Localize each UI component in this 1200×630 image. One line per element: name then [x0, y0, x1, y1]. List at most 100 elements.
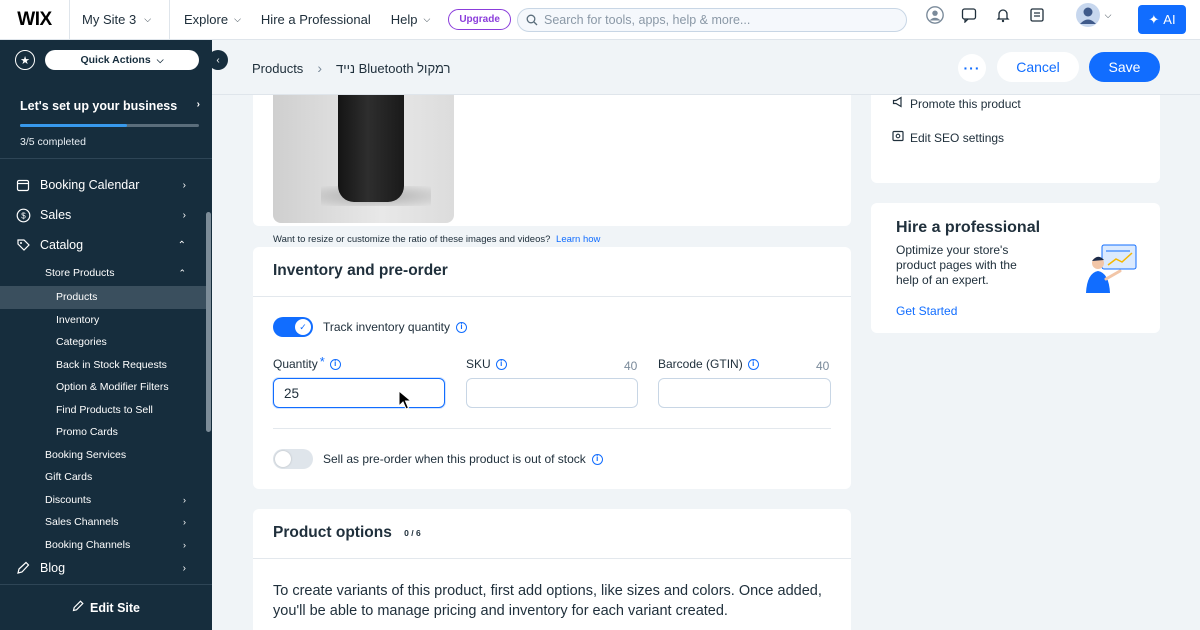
- speaker-shape: [338, 80, 404, 202]
- top-bar: WIX My Site 3 ⌵ Explore ⌵ Hire a Profess…: [0, 0, 1200, 40]
- product-options-title-row: Product options 0 / 6: [273, 524, 421, 542]
- sidebar-scrollbar[interactable]: [206, 212, 211, 432]
- svg-text:$: $: [21, 211, 26, 220]
- product-options-card: Product options 0 / 6 To create variants…: [253, 509, 851, 630]
- save-button[interactable]: Save: [1089, 52, 1160, 82]
- sidebar-item-discounts[interactable]: Discounts ›: [0, 489, 206, 512]
- info-icon[interactable]: i: [495, 358, 507, 370]
- preorder-row: Sell as pre-order when this product is o…: [323, 452, 603, 466]
- edit-site-button[interactable]: Edit Site: [0, 584, 212, 630]
- sidebar-divider: [0, 158, 212, 159]
- info-icon[interactable]: i: [329, 358, 341, 370]
- professional-illustration: [1086, 244, 1137, 293]
- promote-product-link[interactable]: Promote this product: [892, 96, 1021, 111]
- chevron-right-icon: ›: [317, 60, 322, 76]
- barcode-input[interactable]: [658, 378, 831, 408]
- user-avatar-icon[interactable]: ⌵: [1073, 3, 1113, 27]
- sidebar-item-inventory[interactable]: Inventory: [0, 309, 206, 332]
- chevron-down-icon: ⌵: [234, 14, 241, 24]
- chevron-right-icon: ›: [183, 517, 186, 528]
- sidebar-item-categories[interactable]: Categories: [0, 331, 206, 354]
- breadcrumb: Products › רמקול Bluetooth נייד: [252, 60, 450, 76]
- edit-seo-link[interactable]: Edit SEO settings: [892, 130, 1004, 145]
- check-icon: ✓: [295, 319, 311, 335]
- sidebar-item-booking-services[interactable]: Booking Services: [0, 444, 206, 467]
- preorder-label: Sell as pre-order when this product is o…: [323, 452, 586, 466]
- search-bar[interactable]: [517, 8, 907, 32]
- info-icon[interactable]: i: [591, 453, 603, 465]
- sidebar-item-sales-channels[interactable]: Sales Channels ›: [0, 511, 206, 534]
- wix-logo[interactable]: WIX: [0, 0, 70, 40]
- product-image[interactable]: [273, 80, 454, 223]
- preorder-toggle[interactable]: [273, 449, 313, 469]
- calendar-icon: [15, 177, 31, 193]
- bell-icon[interactable]: [993, 5, 1013, 25]
- sidebar-item-label: Option & Modifier Filters: [56, 381, 169, 394]
- sku-label-row: SKU i: [466, 357, 507, 371]
- edit-site-label: Edit Site: [89, 600, 140, 615]
- setup-progress-section[interactable]: Let's set up your business › 3/5 complet…: [20, 99, 200, 148]
- sidebar-item-label: Categories: [56, 336, 107, 349]
- setup-title: Let's set up your business: [20, 99, 178, 113]
- sidebar-item-find-products[interactable]: Find Products to Sell: [0, 399, 206, 422]
- sku-label: SKU: [466, 357, 491, 371]
- sidebar-item-catalog[interactable]: Catalog ⌃: [0, 230, 206, 260]
- sidebar-item-gift-cards[interactable]: Gift Cards: [0, 466, 206, 489]
- nav-hire-label: Hire a Professional: [260, 12, 371, 27]
- nav-explore[interactable]: Explore ⌵: [170, 12, 251, 27]
- hire-professional-card: Hire a professional Optimize your store'…: [871, 203, 1160, 333]
- get-started-link[interactable]: Get Started: [896, 304, 957, 318]
- required-asterisk: *: [319, 353, 325, 369]
- track-inventory-row: Track inventory quantity i: [323, 320, 467, 334]
- nav-help[interactable]: Help ⌵: [381, 12, 441, 27]
- nav-hire-professional[interactable]: Hire a Professional: [251, 12, 381, 27]
- chevron-right-icon: ›: [183, 494, 186, 505]
- avatar-group-icon[interactable]: [925, 5, 945, 25]
- quantity-input[interactable]: [273, 378, 445, 408]
- setup-progress-fill: [20, 124, 128, 127]
- promote-card: Promote this product Edit SEO settings: [871, 80, 1160, 183]
- setup-progress-bar: [20, 124, 199, 127]
- sidebar-item-products[interactable]: Products: [0, 286, 206, 309]
- info-icon[interactable]: i: [747, 358, 759, 370]
- sidebar-item-label: Blog: [40, 561, 66, 575]
- upgrade-button[interactable]: Upgrade: [448, 9, 511, 30]
- sidebar-item-store-products[interactable]: Store Products ⌃: [0, 260, 206, 286]
- sidebar-item-option-filters[interactable]: Option & Modifier Filters: [0, 376, 206, 399]
- site-switcher[interactable]: My Site 3 ⌵: [70, 0, 171, 40]
- card-divider: [253, 296, 851, 297]
- chevron-right-icon: ›: [183, 539, 186, 550]
- quick-actions-button[interactable]: Quick Actions ⌵: [45, 50, 199, 70]
- learn-how-link[interactable]: Learn how: [556, 234, 600, 245]
- promote-product-label: Promote this product: [910, 96, 1021, 111]
- site-name: My Site 3: [82, 12, 137, 27]
- sidebar-item-promo-cards[interactable]: Promo Cards: [0, 421, 206, 444]
- sku-input[interactable]: [466, 378, 638, 408]
- sidebar-item-back-in-stock[interactable]: Back in Stock Requests: [0, 354, 206, 377]
- hire-description: Optimize your store's product pages with…: [896, 243, 1017, 287]
- cancel-button[interactable]: Cancel: [997, 52, 1079, 82]
- card-divider: [253, 558, 851, 559]
- track-inventory-toggle[interactable]: ✓: [273, 317, 313, 337]
- megaphone-icon: [892, 96, 904, 111]
- barcode-char-limit: 40: [816, 359, 830, 373]
- barcode-label-row: Barcode (GTIN) i: [658, 357, 759, 371]
- more-actions-button[interactable]: ···: [958, 54, 986, 82]
- inbox-icon[interactable]: [1027, 5, 1047, 25]
- sidebar-item-blog[interactable]: Blog ›: [0, 553, 206, 583]
- sidebar-item-label: Store Products: [45, 267, 115, 279]
- track-inventory-label: Track inventory quantity: [323, 320, 450, 334]
- breadcrumb-products-link[interactable]: Products: [252, 61, 303, 76]
- info-icon[interactable]: i: [455, 321, 467, 333]
- sidebar-item-sales[interactable]: $ Sales ›: [0, 200, 206, 230]
- nav-help-label: Help: [390, 12, 418, 27]
- sidebar-item-label: Discounts: [45, 493, 92, 506]
- sidebar-nav: Booking Calendar › $ Sales › Catalog ⌃ S…: [0, 170, 206, 556]
- product-options-description: To create variants of this product, firs…: [273, 583, 822, 619]
- sidebar-item-booking-calendar[interactable]: Booking Calendar ›: [0, 170, 206, 200]
- star-icon[interactable]: ★: [15, 50, 35, 70]
- chat-icon[interactable]: [959, 5, 979, 25]
- ai-button[interactable]: ✦ AI: [1138, 5, 1186, 34]
- search-input[interactable]: [544, 13, 884, 27]
- pencil-icon: [72, 600, 84, 615]
